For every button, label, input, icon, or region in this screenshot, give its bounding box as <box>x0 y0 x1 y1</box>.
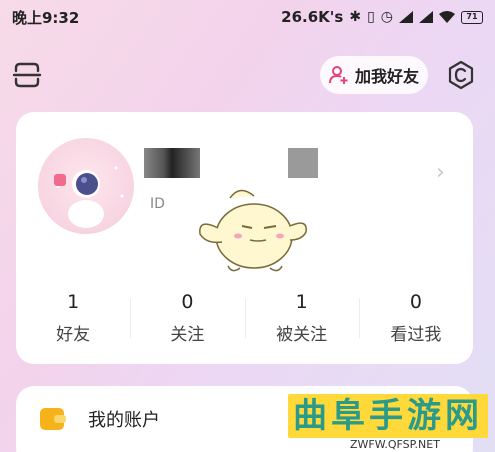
stat-visitors[interactable]: 0 看过我 <box>358 288 473 348</box>
watermark-title: 曲阜手游网 <box>288 394 488 438</box>
status-time: 晚上9:32 <box>12 8 80 27</box>
add-user-icon <box>328 66 348 84</box>
wallet-icon <box>40 408 66 430</box>
watermark-logo: 曲阜手游网 ZWFW.QFSP.NET <box>288 394 488 451</box>
stat-label: 关注 <box>170 325 205 345</box>
vibrate-icon: ▯ <box>367 9 375 25</box>
badge-redacted <box>288 148 318 178</box>
network-speed: 26.6K's <box>281 8 344 26</box>
chevron-right-icon[interactable]: › <box>436 160 445 185</box>
coin-icon[interactable] <box>446 60 476 90</box>
add-friend-button[interactable]: 加我好友 <box>320 56 428 94</box>
watermark-url: ZWFW.QFSP.NET <box>348 438 442 451</box>
stat-friends[interactable]: 1 好友 <box>16 288 130 348</box>
stat-count: 0 <box>409 291 422 313</box>
header: 加我好友 <box>0 52 495 96</box>
astronaut-avatar-icon <box>54 166 124 228</box>
profile-card[interactable]: ID › 1 好友 0 关注 1 被关注 0 看过我 <box>16 112 473 364</box>
mascot-sticker-icon <box>199 189 307 272</box>
signal-icon <box>399 11 413 23</box>
alarm-icon: ◷ <box>380 9 393 25</box>
scan-icon[interactable] <box>12 60 42 90</box>
nickname-redacted <box>144 148 200 178</box>
battery-level: 71 <box>466 11 478 21</box>
user-id-label: ID <box>150 196 165 212</box>
stat-label: 看过我 <box>390 325 442 345</box>
stat-label: 好友 <box>56 325 91 345</box>
wifi-icon <box>439 11 455 23</box>
status-bar: 晚上9:32 26.6K's ✱ ▯ ◷ 71 <box>0 0 495 34</box>
bluetooth-icon: ✱ <box>349 9 362 25</box>
stats-row: 1 好友 0 关注 1 被关注 0 看过我 <box>16 288 473 348</box>
stat-following[interactable]: 0 关注 <box>130 288 244 348</box>
my-account-label: 我的账户 <box>88 410 160 431</box>
battery-icon: 71 <box>461 10 483 24</box>
signal-icon-2 <box>419 11 433 23</box>
stat-followers[interactable]: 1 被关注 <box>244 288 359 348</box>
stat-label: 被关注 <box>276 325 328 345</box>
stat-count: 1 <box>67 291 80 313</box>
add-friend-label: 加我好友 <box>354 67 419 86</box>
avatar[interactable] <box>38 138 134 234</box>
status-icons: 26.6K's ✱ ▯ ◷ 71 <box>281 8 483 26</box>
stat-count: 0 <box>181 291 194 313</box>
stat-count: 1 <box>295 291 308 313</box>
